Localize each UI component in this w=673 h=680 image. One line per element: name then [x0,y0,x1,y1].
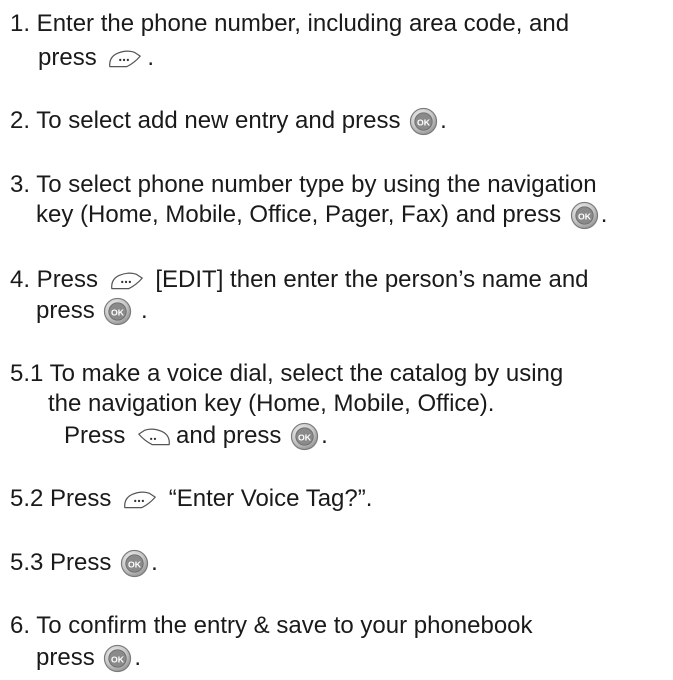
step-2-text: 2. To select add new entry and press [10,107,401,134]
step-3-text: 3. To select phone number type by using … [10,171,597,198]
right-soft-key-icon [108,270,146,292]
step-3-line-1: 3. To select phone number type by using … [10,170,597,200]
step-5-3-press-text: 5.3 Press [10,549,112,576]
ok-key-icon [120,549,149,578]
step-3-line-2: key (Home, Mobile, Office, Pager, Fax) a… [36,200,607,230]
ok-key-icon [290,422,319,451]
step-4-edit-text: [EDIT] then enter the person’s name and [155,266,589,293]
step-1-text: 1. Enter the phone number, including are… [10,10,570,37]
step-3-period: . [600,201,608,228]
instruction-document: 1. Enter the phone number, including are… [0,0,673,680]
step-2-period: . [440,107,447,134]
right-soft-key-icon [106,48,144,70]
step-5-1-nav-text: the navigation key (Home, Mobile, Office… [48,390,495,417]
step-5-2-voice-tag-text: “Enter Voice Tag?”. [168,485,373,512]
step-2-line: 2. To select add new entry and press . [10,106,447,136]
step-4-period: . [141,297,148,324]
ok-key-icon [103,644,132,673]
step-5-2-line: 5.2 Press “Enter Voice Tag?”. [10,484,372,514]
step-5-3-period: . [151,549,158,576]
step-5-1-line-1: 5.1 To make a voice dial, select the cat… [10,359,563,389]
step-4-line-2: press . [36,296,148,326]
step-5-1-line-3: Press and press . [64,421,328,451]
step-6-press-text: press [36,644,95,671]
right-soft-key-icon [121,489,159,511]
ok-key-icon [103,297,132,326]
left-soft-key-icon [135,426,173,448]
step-4-line-1: 4. Press [EDIT] then enter the person’s … [10,265,589,295]
step-6-line-1: 6. To confirm the entry & save to your p… [10,611,533,641]
step-1-line-1: 1. Enter the phone number, including are… [10,9,569,39]
ok-key-icon [409,107,438,136]
step-3-types-text: key (Home, Mobile, Office, Pager, Fax) a… [36,201,562,228]
step-5-1-press-text: Press [64,422,126,449]
step-1-press-text: press [38,44,97,71]
step-6-text: 6. To confirm the entry & save to your p… [10,612,533,639]
step-5-2-press-text: 5.2 Press [10,485,112,512]
step-6-line-2: press . [36,643,141,673]
step-5-1-line-2: the navigation key (Home, Mobile, Office… [48,389,494,419]
step-6-period: . [134,644,142,671]
step-5-3-line: 5.3 Press . [10,548,158,578]
step-1-line-2: press . [38,43,154,73]
step-1-period: . [147,44,155,71]
step-5-1-text: 5.1 To make a voice dial, select the cat… [10,360,564,387]
ok-key-icon [570,201,599,230]
step-5-1-and-press-text: and press [176,422,282,449]
step-4-press-text-2: press [36,297,95,324]
step-4-press-text: 4. Press [10,266,99,293]
step-5-1-period: . [321,422,328,449]
